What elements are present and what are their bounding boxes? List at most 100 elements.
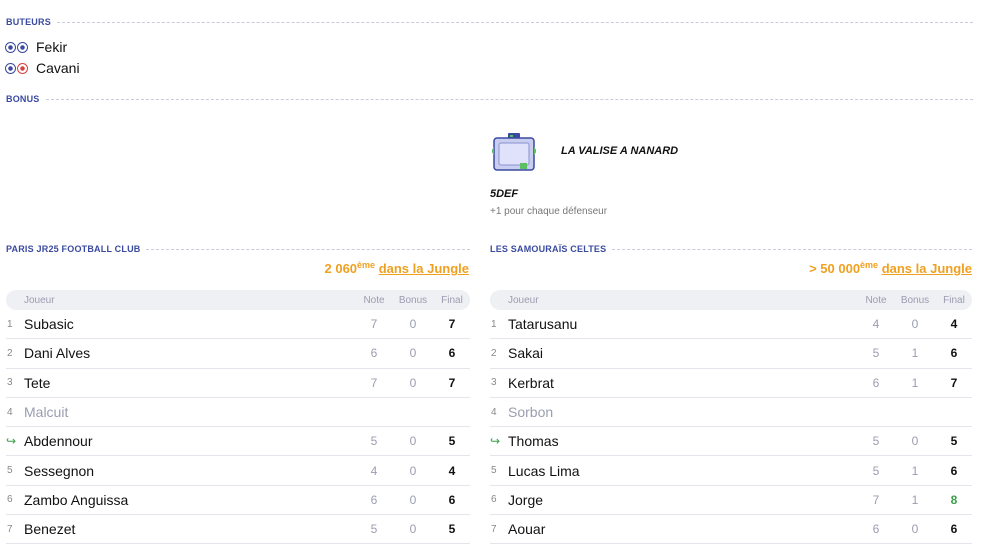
player-bonus: 0 (409, 492, 417, 507)
jungle-link[interactable]: dans la Jungle (379, 261, 469, 276)
player-name: Jorge (508, 491, 544, 508)
goal-ball-icon (5, 62, 29, 74)
player-row[interactable]: 1 Subasic 7 0 7 (6, 310, 470, 340)
home-team-name: PARIS JR25 FOOTBALL CLUB (6, 244, 141, 254)
col-final: Final (943, 294, 965, 306)
player-bonus: 0 (911, 522, 919, 537)
jungle-link[interactable]: dans la Jungle (882, 261, 972, 276)
player-bonus: 0 (409, 346, 417, 361)
rank-suffix: ème (357, 260, 376, 270)
player-bonus: 1 (911, 463, 919, 478)
player-bonus: 0 (911, 434, 919, 449)
player-row[interactable]: 6 Zambo Anguissa 6 0 6 (6, 486, 470, 516)
home-lineup-table: Joueur Note Bonus Final 1 Subasic 7 0 7 2 Dani… (6, 290, 470, 545)
player-name: Dani Alves (24, 345, 91, 362)
goal-ball-icon (5, 41, 29, 53)
bonus-name: LA VALISE A NANARD (561, 145, 679, 157)
player-row[interactable]: 3 Tete 7 0 7 (6, 369, 470, 398)
rank-suffix: ème (860, 260, 879, 270)
player-name: Sakai (508, 345, 544, 362)
divider (146, 249, 470, 250)
bonus-description: +1 pour chaque défenseur (490, 206, 608, 217)
player-note: 4 (872, 317, 880, 332)
rank-value: 2 060 (324, 261, 358, 276)
col-player: Joueur (508, 294, 539, 306)
bonus-card[interactable]: LA VALISE A NANARD 5DEF +1 pour chaque d… (489, 130, 789, 225)
bonus-title: BONUS (6, 94, 40, 104)
player-final: 6 (950, 522, 958, 537)
player-name: Sorbon (508, 404, 554, 421)
col-bonus: Bonus (900, 294, 930, 306)
divider (45, 99, 973, 100)
player-number: 1 (491, 318, 497, 330)
player-note: 6 (370, 492, 378, 507)
player-name: Lucas Lima (508, 462, 580, 479)
player-row[interactable]: 2 Sakai 5 1 6 (490, 339, 972, 369)
player-final: 4 (950, 317, 958, 332)
player-note: 6 (872, 522, 880, 537)
player-note: 7 (370, 317, 378, 332)
rank-value: > 50 000 (809, 261, 861, 276)
scorer-name: Cavani (36, 60, 80, 76)
player-number: 2 (491, 347, 497, 359)
bonus-code: 5DEF (490, 188, 519, 200)
scorer-item: Cavani (5, 60, 80, 76)
scorers-section-header: BUTEURS (6, 17, 973, 27)
player-row[interactable]: ↪ Thomas 5 0 5 (490, 427, 972, 457)
bonus-section-header: BONUS (6, 94, 973, 104)
scorer-name: Fekir (36, 39, 68, 55)
player-name: Kerbrat (508, 374, 554, 391)
player-name: Sessegnon (24, 462, 95, 479)
player-row[interactable]: 7 Benezet 5 0 5 (6, 515, 470, 545)
player-note: 6 (370, 346, 378, 361)
player-bonus: 0 (409, 317, 417, 332)
player-name: Aouar (508, 521, 546, 538)
player-final: 6 (448, 346, 456, 361)
table-header: Joueur Note Bonus Final (6, 290, 470, 310)
player-row[interactable]: 5 Sessegnon 4 0 4 (6, 456, 470, 486)
player-row[interactable]: 6 Jorge 7 1 8 (490, 486, 972, 516)
player-bonus: 1 (911, 375, 919, 390)
player-number: 6 (491, 494, 497, 506)
player-bonus: 0 (409, 463, 417, 478)
player-row[interactable]: 4 Malcuit (6, 398, 470, 428)
player-name: Zambo Anguissa (24, 491, 129, 508)
player-row[interactable]: 2 Dani Alves 6 0 6 (6, 339, 470, 369)
player-bonus: 0 (409, 375, 417, 390)
player-number: 3 (491, 377, 497, 389)
player-note: 7 (872, 492, 880, 507)
player-final: 8 (950, 492, 958, 507)
player-name: Subasic (24, 316, 74, 333)
player-note: 4 (370, 463, 378, 478)
player-final: 6 (448, 492, 456, 507)
player-number: 7 (7, 523, 13, 535)
player-number: 5 (491, 465, 497, 477)
player-final: 5 (448, 434, 456, 449)
player-row[interactable]: 5 Lucas Lima 5 1 6 (490, 456, 972, 486)
substitution-icon: ↪ (490, 434, 501, 449)
col-bonus: Bonus (398, 294, 428, 306)
player-final: 5 (448, 522, 456, 537)
player-row[interactable]: 1 Tatarusanu 4 0 4 (490, 310, 972, 340)
home-team-header: PARIS JR25 FOOTBALL CLUB (6, 244, 470, 254)
player-name: Thomas (508, 433, 559, 450)
player-row[interactable]: ↪ Abdennour 5 0 5 (6, 427, 470, 457)
player-number: 5 (7, 465, 13, 477)
player-note: 5 (370, 434, 378, 449)
player-bonus: 1 (911, 492, 919, 507)
player-note: 5 (370, 522, 378, 537)
player-row[interactable]: 4 Sorbon (490, 398, 972, 428)
player-row[interactable]: 7 Aouar 6 0 6 (490, 515, 972, 545)
player-number: 1 (7, 318, 13, 330)
player-number: 6 (7, 494, 13, 506)
col-note: Note (865, 294, 887, 306)
player-name: Malcuit (24, 404, 69, 421)
player-note: 5 (872, 434, 880, 449)
player-row[interactable]: 3 Kerbrat 6 1 7 (490, 369, 972, 398)
player-final: 5 (950, 434, 958, 449)
away-team-header: LES SAMOURAÏS CELTES (490, 244, 972, 254)
player-final: 7 (950, 375, 958, 390)
away-rank: > 50 000ème dans la Jungle (809, 260, 972, 276)
player-bonus: 1 (911, 346, 919, 361)
player-number: 7 (491, 523, 497, 535)
